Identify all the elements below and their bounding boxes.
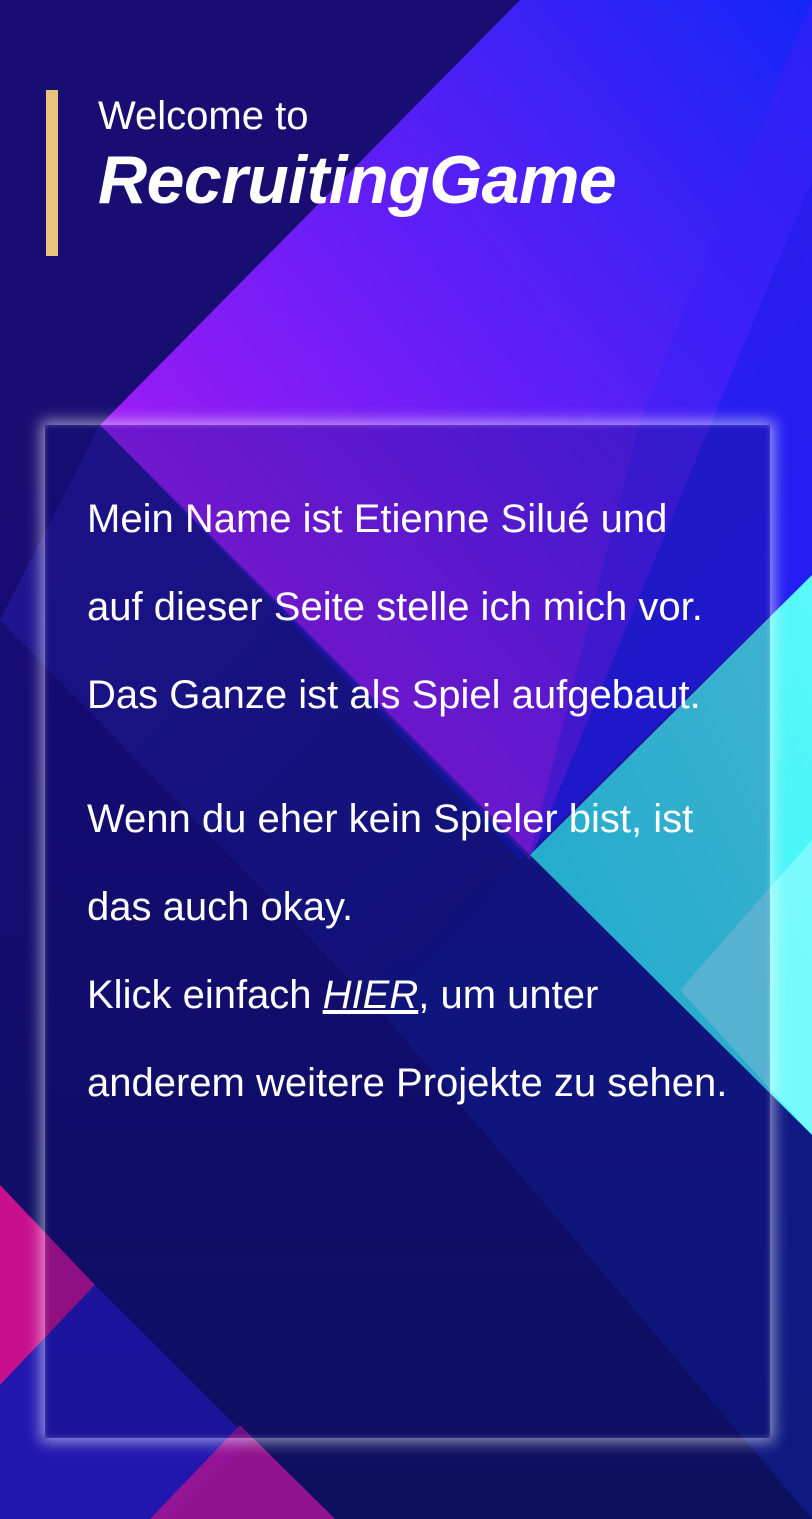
welcome-text: Welcome to bbox=[98, 94, 309, 138]
game-text: Das Ganze ist als Spiel aufgebaut. bbox=[87, 673, 701, 717]
intro-text: Mein Name ist Etienne Silué und auf dies… bbox=[87, 497, 703, 629]
brand-title: RecruitingGame bbox=[98, 142, 617, 218]
intro-paragraph: Mein Name ist Etienne Silué und auf dies… bbox=[87, 475, 730, 739]
hero-header: Welcome to RecruitingGame bbox=[46, 90, 617, 256]
non-player-text: Wenn du eher kein Spieler bist, ist das … bbox=[87, 797, 694, 929]
here-link[interactable]: HIER bbox=[323, 973, 419, 1017]
link-prefix-text: Klick einfach bbox=[87, 973, 323, 1017]
alternative-paragraph: Wenn du eher kein Spieler bist, ist das … bbox=[87, 775, 730, 1127]
intro-card: Mein Name ist Etienne Silué und auf dies… bbox=[45, 425, 770, 1438]
